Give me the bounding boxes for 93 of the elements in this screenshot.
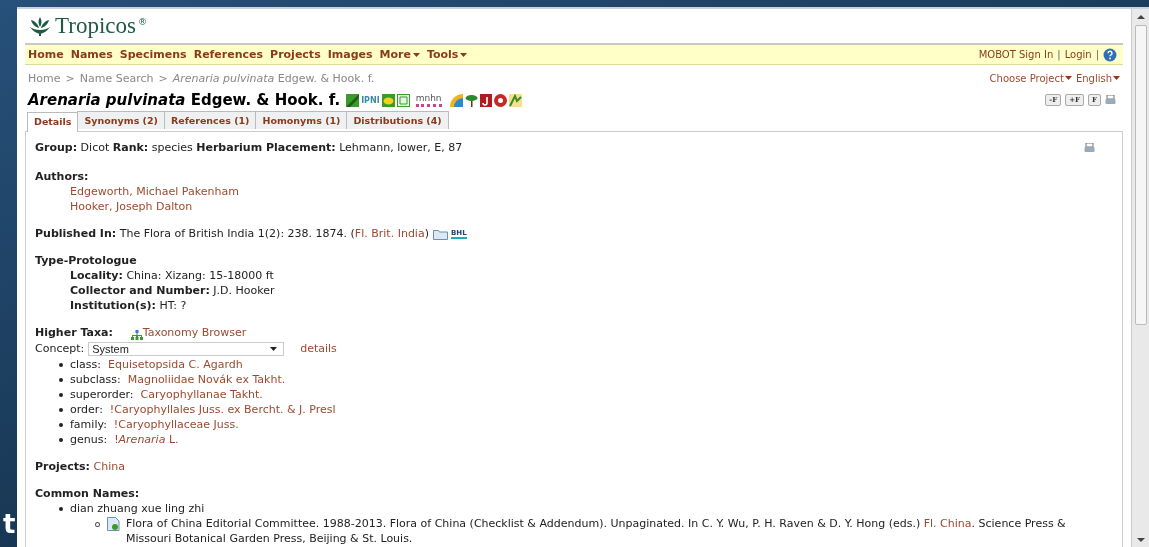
- bullet: [59, 392, 63, 397]
- bullet: [59, 437, 63, 442]
- nav-link[interactable]: Tools: [426, 48, 468, 61]
- type-field: Collector and Number: J.D. Hooker: [35, 283, 1113, 298]
- nav-link[interactable]: More: [379, 48, 420, 61]
- palm-tree-icon: [464, 93, 478, 107]
- bullet: [59, 377, 63, 382]
- logo-text: Tropicos: [55, 13, 136, 39]
- taxon-link[interactable]: !Caryophyllales Juss. ex Bercht. & J. Presl: [109, 402, 336, 417]
- breadcrumb-item: Arenaria pulvinata Edgew. & Hook. f.: [172, 71, 375, 85]
- rank-label: order:: [70, 402, 103, 417]
- tab[interactable]: Distributions (4): [346, 111, 449, 129]
- tab[interactable]: Details: [27, 112, 79, 132]
- rank-label: subclass:: [70, 372, 121, 387]
- type-field: Institution(s): HT: ?: [35, 298, 1113, 313]
- taxon-link[interactable]: Magnoliidae Novák ex Takht.: [127, 372, 286, 387]
- j-logo-icon: [479, 93, 492, 107]
- page-title: Arenaria pulvinata Edgew. & Hook. f.: [28, 91, 341, 109]
- scroll-thumb[interactable]: [1134, 25, 1147, 325]
- concept-label: Concept:: [35, 342, 85, 355]
- printer-icon: [1084, 142, 1095, 153]
- rank-label: class:: [70, 357, 101, 372]
- breadcrumb-item[interactable]: Home: [28, 71, 61, 85]
- author-link[interactable]: Edgeworth, Michael Pakenham: [35, 184, 1113, 199]
- type-field: Locality: China: Xizang: 15-18000 ft: [35, 268, 1113, 283]
- section-label: Higher Taxa:: [35, 325, 113, 340]
- breadcrumb-item[interactable]: Name Search: [79, 71, 154, 85]
- scrollbar[interactable]: [1131, 9, 1149, 547]
- rank-label: superorder:: [70, 387, 134, 402]
- document-icon: [106, 517, 120, 531]
- separator: |: [1057, 49, 1061, 60]
- dropdown-arrow-icon: [270, 346, 278, 351]
- bullet: [59, 422, 63, 427]
- fern-logo-icon: [28, 15, 52, 37]
- sprig-icon: [508, 93, 522, 107]
- details-link[interactable]: details: [300, 342, 337, 355]
- nav-link[interactable]: Specimens: [119, 48, 187, 61]
- backdrop-letter: t: [3, 510, 16, 538]
- nav-link[interactable]: References: [193, 48, 264, 61]
- dropdown-menu[interactable]: Choose Project: [989, 72, 1072, 84]
- summary-text: Group: Dicot Rank: species Herbarium Placement: Lehmann, lower, E, 87: [35, 140, 463, 155]
- mnhn-badge[interactable]: mnhn: [415, 93, 442, 107]
- common-name: dian zhuang xue ling zhi: [70, 501, 205, 516]
- caret-icon: [1113, 76, 1120, 80]
- breadcrumb-separator: >: [65, 71, 75, 85]
- taxon-link[interactable]: Equisetopsida C. Agardh: [108, 357, 243, 372]
- journal-link[interactable]: Fl. Brit. India: [354, 227, 425, 240]
- section-label: Type-Protologue: [35, 253, 138, 268]
- fan-icon: [449, 93, 463, 107]
- scroll-up-icon[interactable]: [1136, 15, 1145, 19]
- author-link[interactable]: Hooker, Joseph Dalton: [35, 199, 1113, 214]
- account-link[interactable]: Login: [1064, 49, 1092, 60]
- reference-link[interactable]: Fl. China: [923, 517, 972, 530]
- bullet: [59, 407, 63, 412]
- nav-link[interactable]: Images: [327, 48, 373, 61]
- hierarchy-icon: [130, 330, 143, 340]
- taxonomy-browser-link[interactable]: Taxonomy Browser: [130, 325, 247, 340]
- bullet: [95, 522, 100, 527]
- nav-link[interactable]: Names: [70, 48, 113, 61]
- nav-link[interactable]: Home: [28, 48, 64, 61]
- scroll-down-icon[interactable]: [1136, 538, 1145, 542]
- taxon-link[interactable]: Caryophyllanae Takht.: [140, 387, 263, 402]
- caret-icon: [1064, 76, 1072, 80]
- printer-icon: [1105, 95, 1116, 105]
- help-icon: [1103, 47, 1117, 62]
- leaf-icon: [346, 93, 360, 107]
- tab[interactable]: Synonyms (2): [77, 111, 165, 129]
- taxon-link[interactable]: !Arenaria L.: [114, 432, 179, 447]
- registered-mark: ®: [137, 17, 147, 27]
- map-icon: [381, 93, 395, 107]
- published-text: Published In: The Flora of British India 1(2): 238. 1874. (Fl. Brit. India): [35, 226, 429, 241]
- dropdown-menu[interactable]: English: [1075, 72, 1120, 84]
- tab[interactable]: Homonyms (1): [255, 111, 348, 129]
- bullet: [59, 506, 63, 511]
- concept-select[interactable]: System: [88, 341, 285, 356]
- rank-label: family:: [70, 417, 107, 432]
- nav-link[interactable]: Projects: [270, 48, 321, 61]
- section-label: Projects:: [35, 460, 90, 473]
- taxon-link[interactable]: !Caryophyllaceae Juss.: [113, 417, 239, 432]
- bullet: [59, 362, 63, 367]
- project-link[interactable]: China: [93, 460, 125, 473]
- reference-text: Flora of China Editorial Committee. 1988-2013. Flora of China (Checklist & Addendum). Unpaginated. In C. Y. Wu, P. H. Raven & D. Y. Hong (eds.) Fl. China. Science Press & Missouri Botanical Garden Press, Beijing & St. Louis.: [124, 516, 1067, 546]
- rank-label: genus:: [70, 432, 108, 447]
- flower-icon: [493, 93, 507, 107]
- separator: |: [1095, 49, 1099, 60]
- grid-icon: [396, 93, 410, 107]
- breadcrumb-separator: >: [158, 71, 168, 85]
- folder-icon: [432, 227, 449, 240]
- account-link[interactable]: MOBOT Sign In: [978, 49, 1054, 60]
- section-label: Authors:: [35, 169, 90, 184]
- tab[interactable]: References (1): [163, 111, 257, 129]
- section-label: Common Names:: [35, 486, 141, 501]
- ipni-badge[interactable]: IPNI: [361, 95, 380, 105]
